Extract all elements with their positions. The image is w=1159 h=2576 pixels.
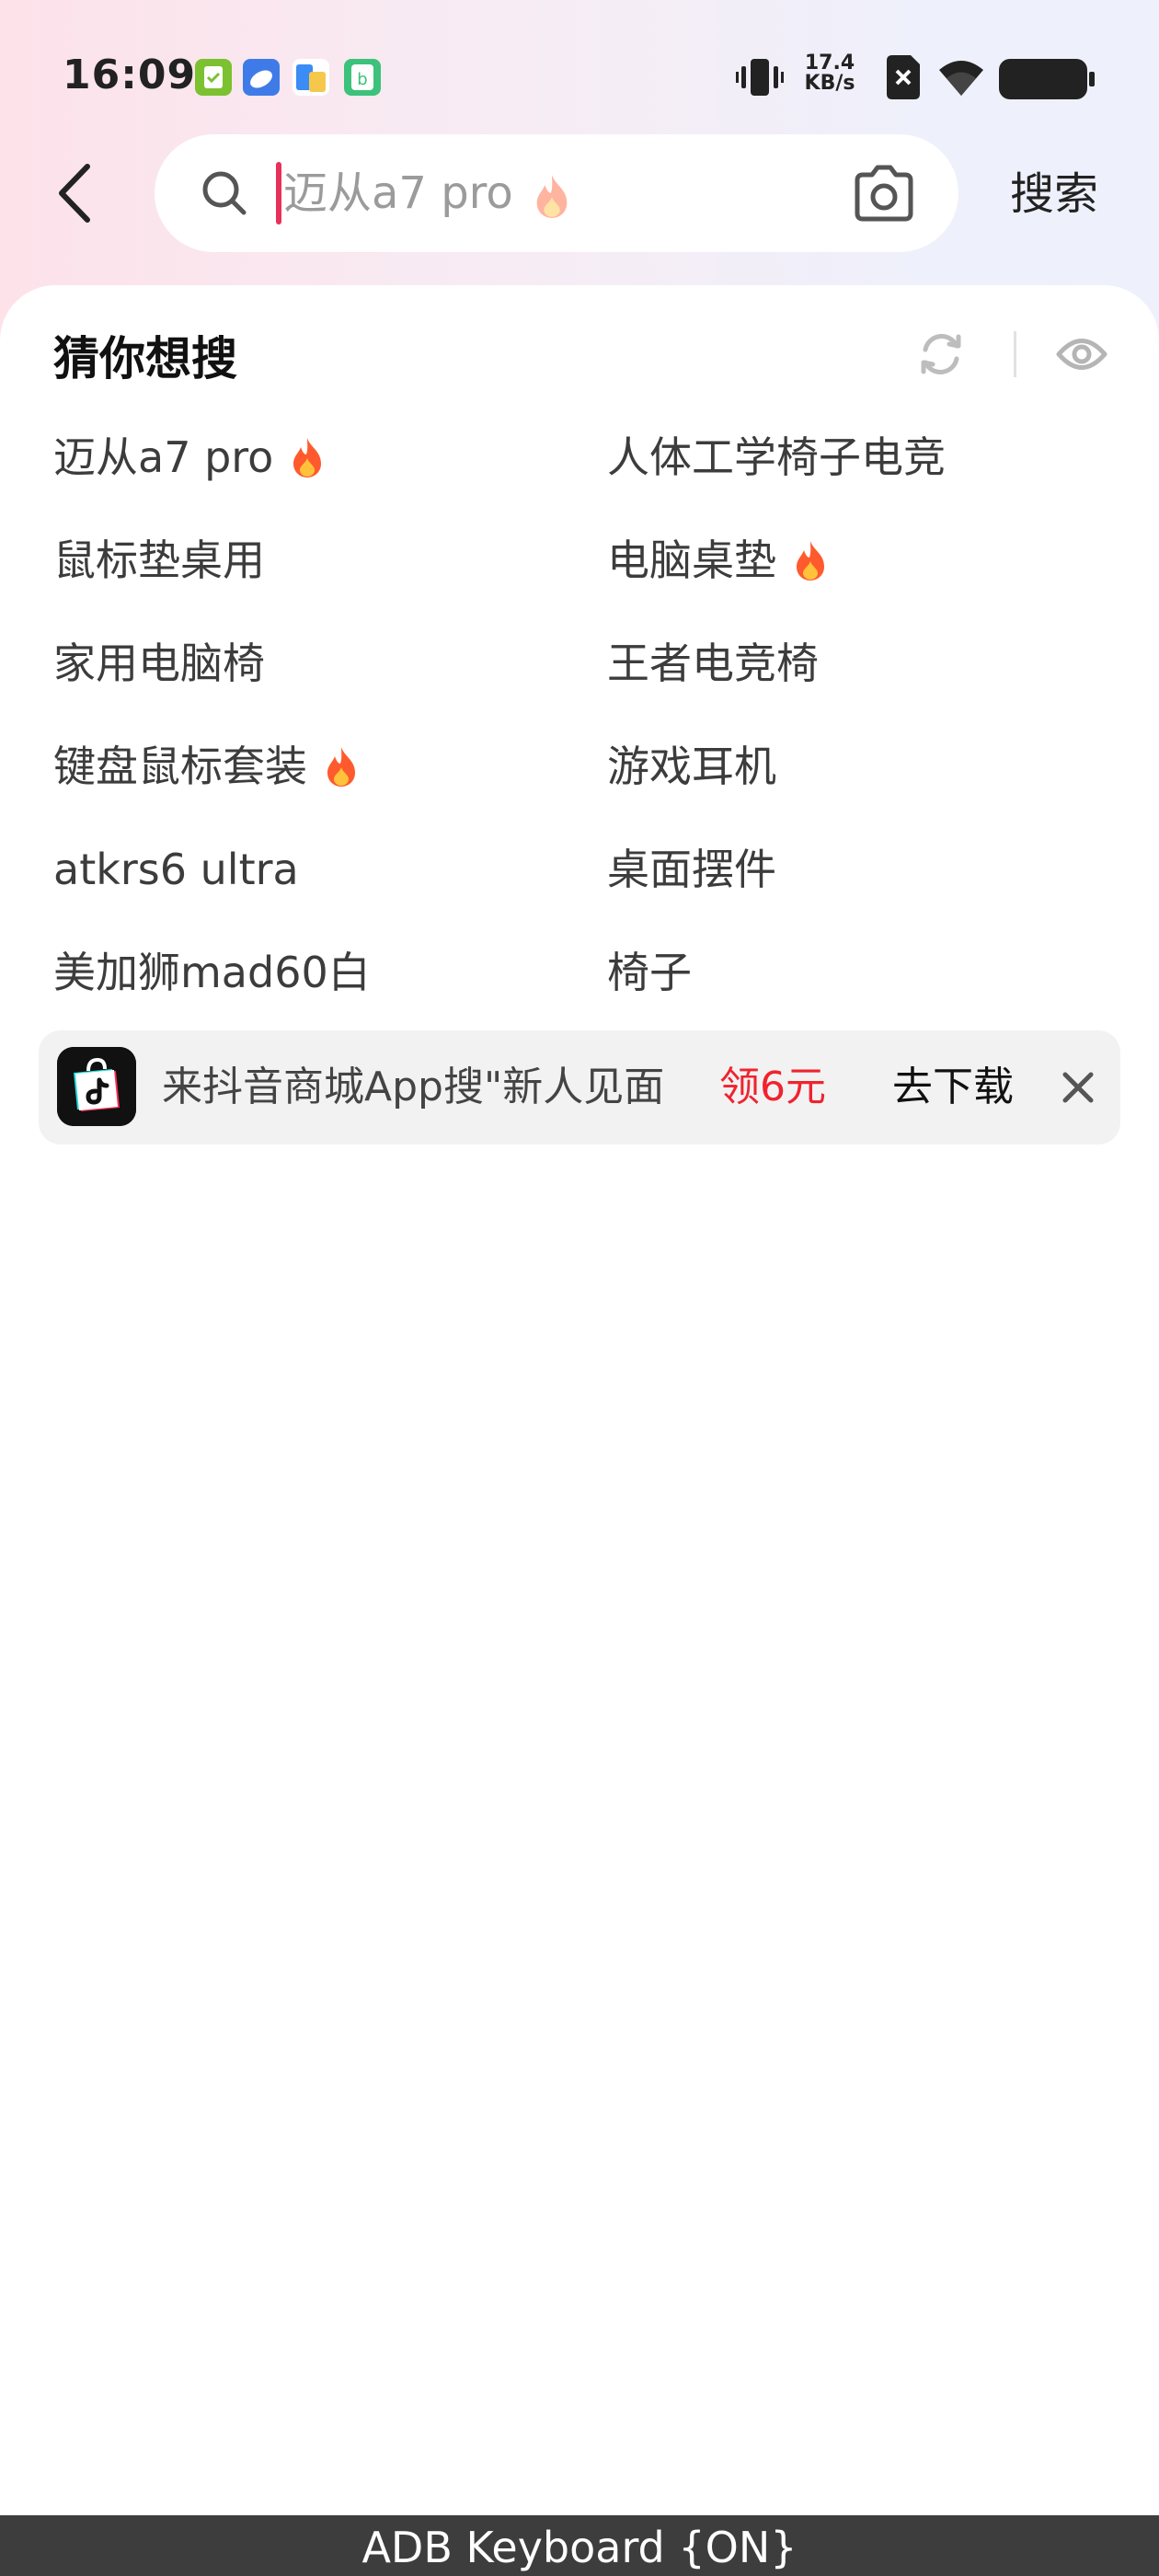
wifi-icon bbox=[936, 57, 986, 101]
suggestion-label: 王者电竞椅 bbox=[607, 638, 819, 688]
text-cursor bbox=[276, 162, 281, 224]
file-app-icon bbox=[293, 59, 329, 96]
no-sim-icon bbox=[887, 55, 920, 103]
suggestion-item[interactable]: 键盘鼠标套装 bbox=[53, 734, 359, 799]
keyboard-status-bar: ADB Keyboard {ON} bbox=[0, 2515, 1159, 2576]
suggestion-label: atkrs6 ultra bbox=[53, 845, 299, 894]
suggestion-item[interactable]: 鼠标垫桌用 bbox=[53, 528, 265, 592]
suggestion-item[interactable]: 美加狮mad60白 bbox=[53, 940, 371, 1005]
suggestion-card bbox=[0, 285, 1159, 2512]
icon-divider bbox=[1014, 331, 1016, 377]
suggestion-label: 美加狮mad60白 bbox=[53, 948, 371, 997]
promo-text: 来抖音商城App搜"新人见面 bbox=[162, 1064, 665, 1110]
search-page: 16:09 b 17.4 KB/s 迈从a7 pro 搜索 猜你想搜 迈从a7 … bbox=[0, 0, 1159, 2576]
chevron-left-icon bbox=[59, 164, 90, 223]
hot-flame-icon bbox=[324, 745, 359, 788]
suggestion-label: 人体工学椅子电竞 bbox=[607, 432, 946, 482]
net-speed-unit: KB/s bbox=[804, 72, 855, 95]
hot-flame-icon bbox=[793, 539, 828, 581]
clipboard-check-icon bbox=[195, 59, 232, 96]
battery-icon bbox=[999, 59, 1095, 103]
download-button[interactable]: 去下载 bbox=[892, 1055, 1014, 1120]
suggestion-item[interactable]: 迈从a7 pro bbox=[53, 425, 325, 489]
close-icon[interactable] bbox=[1058, 1067, 1098, 1108]
suggestion-item[interactable]: 电脑桌垫 bbox=[607, 528, 828, 592]
vibrate-icon bbox=[736, 57, 784, 101]
suggestion-item[interactable]: 王者电竞椅 bbox=[607, 631, 819, 696]
refresh-icon[interactable] bbox=[916, 329, 966, 379]
camera-button[interactable] bbox=[852, 162, 916, 224]
suggestion-label: 椅子 bbox=[607, 948, 692, 997]
suggestion-label: 鼠标垫桌用 bbox=[53, 535, 265, 585]
back-button[interactable] bbox=[40, 156, 107, 230]
wechat-mini-app-icon: b bbox=[344, 59, 381, 96]
search-submit-button[interactable]: 搜索 bbox=[1010, 162, 1098, 226]
suggestion-label: 迈从a7 pro bbox=[53, 432, 274, 482]
promo-banner[interactable]: 来抖音商城App搜"新人见面 领6元 去下载 bbox=[39, 1030, 1120, 1144]
suggestion-item[interactable]: 椅子 bbox=[607, 940, 692, 1005]
net-speed-value: 17.4 bbox=[804, 52, 855, 75]
suggestion-item[interactable]: atkrs6 ultra bbox=[53, 837, 299, 902]
suggestion-item[interactable]: 游戏耳机 bbox=[607, 734, 776, 799]
suggestion-label: 电脑桌垫 bbox=[607, 535, 776, 585]
suggestion-label: 桌面摆件 bbox=[607, 845, 776, 894]
search-box[interactable] bbox=[155, 134, 958, 252]
section-title: 猜你想搜 bbox=[53, 332, 237, 385]
search-icon bbox=[201, 169, 248, 217]
suggestion-item[interactable]: 桌面摆件 bbox=[607, 837, 776, 902]
suggestion-label: 游戏耳机 bbox=[607, 742, 776, 791]
hot-flame-icon bbox=[290, 436, 325, 478]
suggestion-label: 键盘鼠标套装 bbox=[53, 742, 307, 791]
suggestion-item[interactable]: 家用电脑椅 bbox=[53, 631, 265, 696]
promo-reward: 领6元 bbox=[719, 1064, 826, 1110]
camera-icon bbox=[855, 165, 913, 222]
status-time: 16:09 bbox=[63, 52, 197, 98]
svg-text:b: b bbox=[357, 70, 367, 89]
eye-icon[interactable] bbox=[1056, 333, 1107, 375]
cloud-app-icon bbox=[243, 59, 280, 96]
status-bar: 16:09 b 17.4 KB/s bbox=[0, 0, 1159, 156]
suggestion-label: 家用电脑椅 bbox=[53, 638, 265, 688]
hot-flame-icon bbox=[532, 173, 572, 219]
douyin-mall-logo-icon bbox=[57, 1047, 136, 1126]
suggestion-item[interactable]: 人体工学椅子电竞 bbox=[607, 425, 946, 489]
net-speed: 17.4 KB/s bbox=[802, 53, 857, 94]
